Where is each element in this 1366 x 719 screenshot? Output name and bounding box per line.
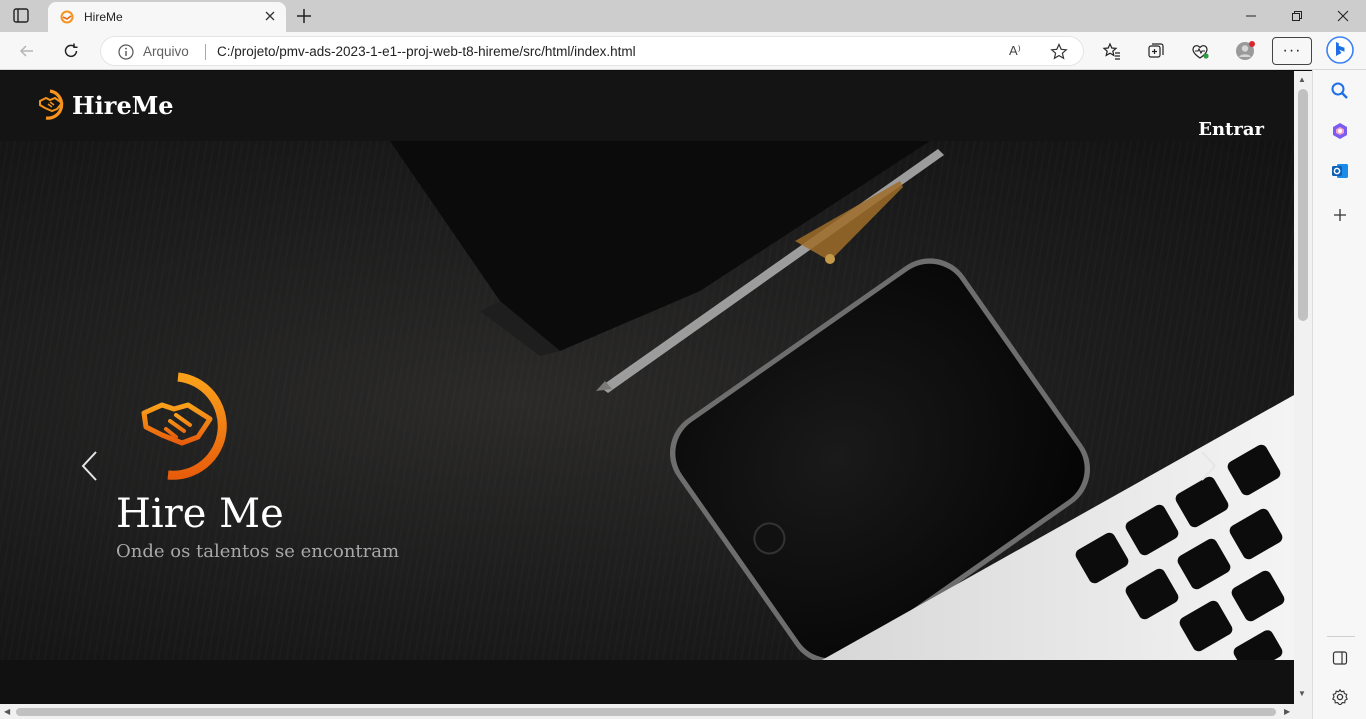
sidebar-divider [1327,636,1355,637]
tab-strip: HireMe [0,0,1366,32]
close-window-icon[interactable] [1320,0,1366,32]
brand-name: HireMe [72,90,174,120]
read-aloud-icon[interactable]: A⁾ [1009,43,1021,59]
favorites-icon[interactable] [1101,40,1123,62]
more-icon: ··· [1282,42,1302,59]
bing-copilot-icon[interactable] [1326,36,1354,64]
page-section-below-hero [0,660,1294,704]
search-icon[interactable] [1329,80,1351,102]
collections-icon[interactable] [1145,40,1167,62]
back-icon[interactable] [16,40,38,62]
settings-menu-button[interactable]: ··· [1272,37,1312,65]
restore-icon[interactable] [1274,0,1320,32]
close-tab-icon[interactable] [262,8,278,24]
hero-title: Hire Me [116,491,284,537]
browser-essentials-icon[interactable] [1189,40,1211,62]
site-navbar: HireMe Entrar [0,71,1294,141]
carousel-next-icon[interactable] [1196,449,1220,483]
hero-subtitle: Onde os talentos se encontram [116,541,400,562]
address-separator [205,44,206,60]
outlook-icon[interactable] [1329,160,1351,182]
page-viewport: HireMe Entrar Hire Me Onde os talentos s… [0,71,1294,704]
minimize-icon[interactable] [1228,0,1274,32]
url-text[interactable]: C:/projeto/pmv-ads-2023-1-e1--proj-web-t… [217,44,636,59]
vertical-scroll-thumb[interactable] [1298,89,1308,321]
favorite-star-icon[interactable] [1049,42,1069,62]
tab-actions-icon[interactable] [12,7,32,25]
scroll-right-icon[interactable]: ▶ [1284,707,1290,716]
hero-carousel: Hire Me Onde os talentos se encontram [0,141,1294,660]
office-icon[interactable] [1329,120,1351,142]
address-bar[interactable]: Arquivo C:/projeto/pmv-ads-2023-1-e1--pr… [100,36,1084,66]
new-tab-icon[interactable] [294,6,314,26]
carousel-prev-icon[interactable] [78,449,102,483]
scroll-down-icon[interactable]: ▼ [1298,689,1306,698]
add-icon[interactable] [1329,204,1351,226]
horizontal-scrollbar[interactable]: ◀ ▶ [0,704,1312,719]
scroll-up-icon[interactable]: ▲ [1298,75,1306,84]
browser-toolbar: Arquivo C:/projeto/pmv-ads-2023-1-e1--pr… [0,32,1366,70]
horizontal-scroll-thumb[interactable] [16,708,1276,716]
file-scheme-label: Arquivo [143,44,189,59]
hide-sidebar-icon[interactable] [1329,647,1351,669]
edge-sidebar [1312,70,1366,719]
login-link[interactable]: Entrar [1198,119,1264,140]
hireme-logo-icon [36,87,68,123]
profile-avatar-icon[interactable] [1234,40,1256,62]
info-icon[interactable] [117,43,135,61]
scroll-left-icon[interactable]: ◀ [4,707,10,716]
tab-title: HireMe [84,10,123,24]
hero-caption: Hire Me Onde os talentos se encontram [116,371,399,562]
vertical-scrollbar[interactable]: ▲ ▼ [1294,71,1312,704]
sidebar-settings-icon[interactable] [1329,686,1351,708]
refresh-icon[interactable] [60,40,82,62]
browser-tab[interactable]: HireMe [48,2,286,32]
hero-logo-icon [138,371,230,481]
hireme-favicon-icon [60,10,74,24]
brand-link[interactable]: HireMe [36,87,174,123]
